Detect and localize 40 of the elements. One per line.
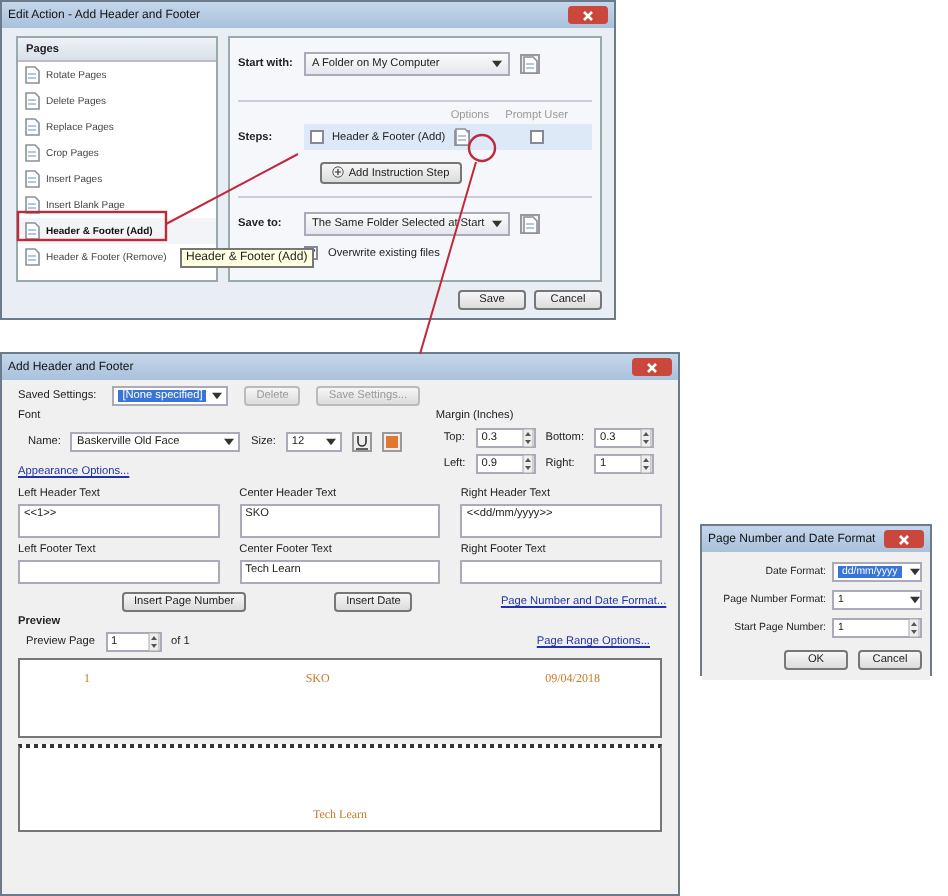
footer-text-field[interactable] [460,560,662,584]
spinner-icon[interactable] [521,428,534,448]
caret-icon [325,438,336,446]
caret-icon [224,438,235,446]
close-button[interactable] [568,6,608,24]
plus-icon [332,166,345,178]
browse-button[interactable] [520,54,540,74]
caret-icon [910,596,920,604]
page-icon [24,144,40,162]
page-icon [522,55,538,73]
caret-icon [212,392,223,400]
page-icon [454,128,470,146]
page-icon [24,222,40,240]
callout-line [165,153,299,225]
footer-text-field[interactable] [18,560,220,584]
options-button[interactable] [454,129,470,145]
page-icon [24,170,40,188]
page-icon [24,92,40,110]
caret-icon [492,60,502,68]
close-icon [642,359,662,375]
spinner-icon[interactable] [640,428,652,448]
caret-icon [910,568,920,576]
page-icon [24,248,40,266]
page-icon [24,66,40,84]
underline-button[interactable] [351,432,372,452]
color-swatch[interactable] [381,432,402,452]
close-icon [894,531,914,547]
caret-icon [492,220,503,228]
close-button[interactable] [884,530,924,548]
close-icon [578,7,598,23]
browse-button[interactable] [520,214,540,234]
page-icon [522,215,538,233]
callout-circle [467,133,497,163]
spinner-icon[interactable] [521,454,534,474]
spinner-icon[interactable] [908,618,920,638]
prompt-checkbox[interactable] [530,130,544,144]
spinner-icon[interactable] [147,632,160,652]
close-button[interactable] [632,358,672,376]
spinner-icon[interactable] [640,454,652,474]
page-icon [24,118,40,136]
